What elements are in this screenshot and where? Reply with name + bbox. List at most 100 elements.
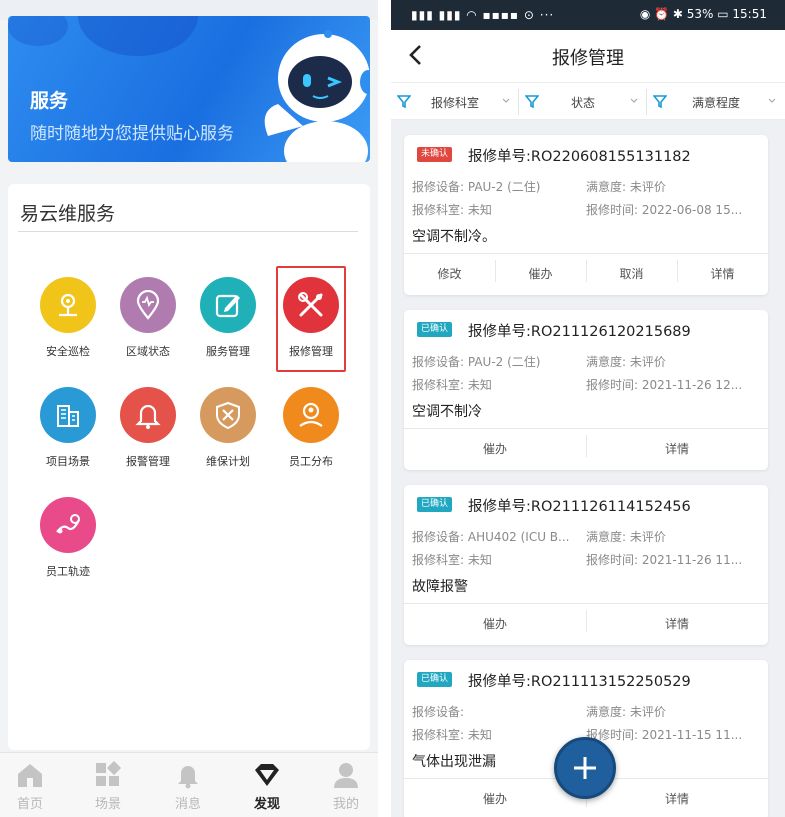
grid-icon	[96, 760, 122, 786]
device-value: PAU-2 (二住)	[467, 180, 541, 194]
field-label: 满意度:	[586, 705, 627, 719]
urge-button[interactable]: 催办	[404, 615, 586, 632]
tab-mine[interactable]: 我的	[316, 761, 376, 812]
time-value: 2021-11-15 11...	[641, 728, 743, 742]
divider	[404, 428, 768, 429]
tab-label: 场景	[94, 797, 121, 812]
field-label: 报修时间:	[586, 203, 639, 217]
filter-label: 满意程度	[691, 96, 740, 110]
plus-icon	[574, 757, 596, 779]
status-badge: 未确认	[417, 147, 453, 162]
chevron-down-icon	[502, 98, 510, 103]
department-field: 报修科室: 未知	[412, 376, 492, 393]
tab-label: 消息	[174, 797, 201, 812]
fault-description: 空调不制冷	[412, 404, 482, 420]
time-value: 2021-11-26 11...	[641, 553, 743, 567]
details-button[interactable]: 详情	[586, 615, 768, 632]
service-label: 区域状态	[126, 345, 170, 358]
status-right: ◉ ⏰ ✱ 53% ▭ 15:51	[640, 7, 767, 21]
urge-button[interactable]: 催办	[404, 440, 586, 457]
department-field: 报修科室: 未知	[412, 201, 492, 218]
buildings-icon	[40, 387, 96, 443]
time-field: 报修时间: 2021-11-26 12...	[586, 376, 742, 393]
shield-tools-icon	[200, 387, 256, 443]
highlight-box	[276, 266, 346, 372]
filter-satisfaction[interactable]: 满意程度	[647, 83, 785, 121]
service-label: 维保计划	[206, 455, 250, 468]
details-button[interactable]: 详情	[677, 265, 768, 282]
satisfaction-value: 未评价	[629, 530, 666, 544]
location-status-icon	[120, 277, 176, 333]
track-icon	[40, 497, 96, 553]
repair-management-screen: ▮▮▮ ▮▮▮ ◠ ▪▪▪▪ ⊙ ··· ◉ ⏰ ✱ 53% ▭ 15:51 报…	[391, 0, 785, 817]
service-banner[interactable]: 服务 随时随地为您提供贴心服务	[8, 16, 370, 162]
time-field: 报修时间: 2021-11-15 11...	[586, 726, 742, 743]
modify-button[interactable]: 修改	[404, 265, 495, 282]
satisfaction-value: 未评价	[629, 180, 666, 194]
time-field: 报修时间: 2022-06-08 15...	[586, 201, 742, 218]
department-field: 报修科室: 未知	[412, 551, 492, 568]
service-item-maintenance-plan[interactable]: 维保计划	[188, 387, 268, 487]
tab-label: 我的	[332, 797, 359, 812]
service-item-alarm-mgmt[interactable]: 报警管理	[108, 387, 188, 487]
fault-description: 气体出现泄漏	[412, 754, 496, 770]
field-label: 报修设备:	[412, 705, 465, 719]
tab-scene[interactable]: 场景	[78, 760, 138, 812]
chevron-down-icon	[630, 98, 638, 103]
tab-home[interactable]: 首页	[0, 761, 60, 812]
tab-messages[interactable]: 消息	[158, 761, 218, 812]
status-badge: 已确认	[417, 497, 453, 512]
field-label: 报修科室:	[412, 728, 465, 742]
service-item-project-scene[interactable]: 项目场景	[28, 387, 108, 487]
field-label: 报修科室:	[412, 203, 465, 217]
department-value: 未知	[467, 553, 492, 567]
robot-mascot-icon	[264, 30, 370, 162]
repair-order-card[interactable]: 未确认 报修单号:RO220608155131182 报修设备: PAU-2 (…	[404, 135, 768, 295]
details-button[interactable]: 详情	[586, 790, 768, 807]
service-item-service-mgmt[interactable]: 服务管理	[188, 277, 268, 377]
status-bar: ▮▮▮ ▮▮▮ ◠ ▪▪▪▪ ⊙ ··· ◉ ⏰ ✱ 53% ▭ 15:51	[391, 0, 785, 30]
bell-icon	[120, 387, 176, 443]
department-field: 报修科室: 未知	[412, 726, 492, 743]
battery-icon: ▭	[717, 7, 733, 21]
filter-label: 状态	[570, 96, 595, 110]
filter-status[interactable]: 状态	[519, 83, 647, 121]
filter-department[interactable]: 报修科室	[391, 83, 519, 121]
department-value: 未知	[467, 728, 492, 742]
inspection-icon	[40, 277, 96, 333]
battery-percent: 53%	[686, 7, 714, 21]
tab-discover[interactable]: 发现	[237, 761, 297, 812]
satisfaction-field: 满意度: 未评价	[586, 178, 666, 195]
details-button[interactable]: 详情	[586, 440, 768, 457]
page-title: 报修管理	[552, 48, 624, 69]
service-screen: 服务 随时随地为您提供贴心服务 易云维服务 安全巡检 区域状态 服务管理 报修管…	[0, 0, 378, 817]
banner-title: 服务	[30, 90, 69, 112]
urge-button[interactable]: 催办	[404, 790, 586, 807]
banner-subtitle: 随时随地为您提供贴心服务	[30, 124, 234, 144]
cancel-button[interactable]: 取消	[586, 265, 677, 282]
device-field: 报修设备: AHU402 (ICU B...	[412, 528, 569, 545]
field-label: 报修设备:	[412, 355, 465, 369]
staff-map-icon	[283, 387, 339, 443]
divider	[404, 253, 768, 254]
repair-order-card[interactable]: 已确认 报修单号:RO211126120215689 报修设备: PAU-2 (…	[404, 310, 768, 470]
status-badge: 已确认	[417, 672, 453, 687]
field-label: 报修设备:	[412, 180, 465, 194]
service-item-area-status[interactable]: 区域状态	[108, 277, 188, 377]
service-item-staff-track[interactable]: 员工轨迹	[28, 497, 108, 597]
service-item-staff-distribution[interactable]: 员工分布	[271, 387, 351, 487]
service-item-inspection[interactable]: 安全巡检	[28, 277, 108, 377]
time-field: 报修时间: 2021-11-26 11...	[586, 551, 742, 568]
field-label: 报修科室:	[412, 553, 465, 567]
status-badge: 已确认	[417, 322, 453, 337]
add-repair-button[interactable]	[554, 737, 616, 799]
service-label: 员工分布	[289, 455, 333, 468]
chevron-down-icon	[768, 98, 776, 103]
repair-order-card[interactable]: 已确认 报修单号:RO211126114152456 报修设备: AHU402 …	[404, 485, 768, 645]
device-field: 报修设备: PAU-2 (二住)	[412, 178, 540, 195]
urge-button[interactable]: 催办	[495, 265, 586, 282]
department-value: 未知	[467, 378, 492, 392]
banner-decoration	[8, 16, 68, 46]
tab-label: 首页	[16, 797, 43, 812]
service-label: 项目场景	[46, 455, 90, 468]
